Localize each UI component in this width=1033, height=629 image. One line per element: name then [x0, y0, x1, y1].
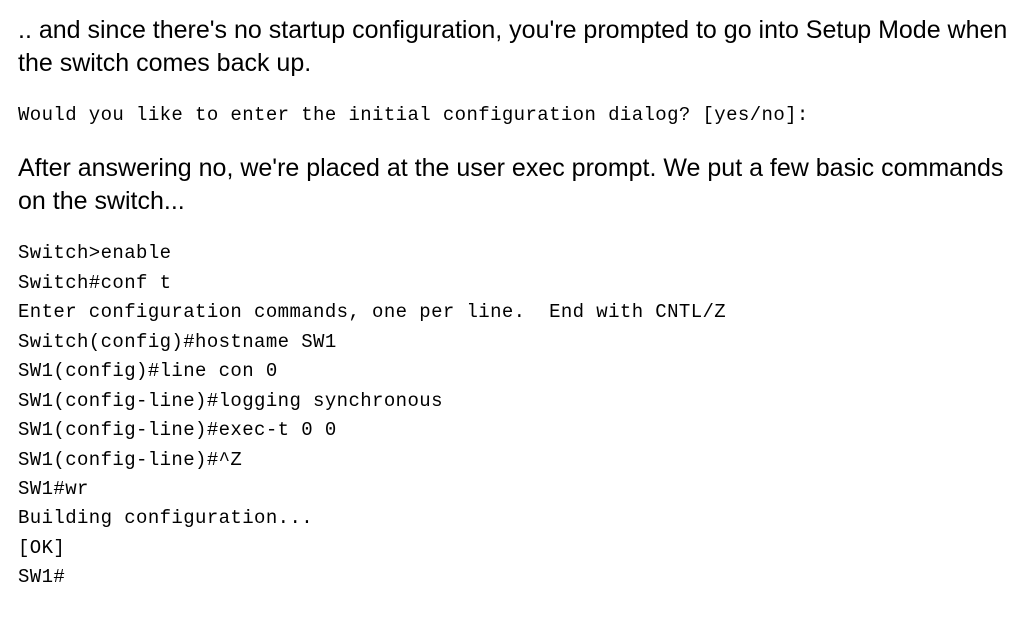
intro-paragraph: .. and since there's no startup configur…: [18, 14, 1015, 79]
terminal-output: Switch>enable Switch#conf t Enter config…: [18, 239, 1015, 592]
explanation-paragraph: After answering no, we're placed at the …: [18, 152, 1015, 217]
setup-dialog-prompt: Would you like to enter the initial conf…: [18, 101, 1015, 130]
